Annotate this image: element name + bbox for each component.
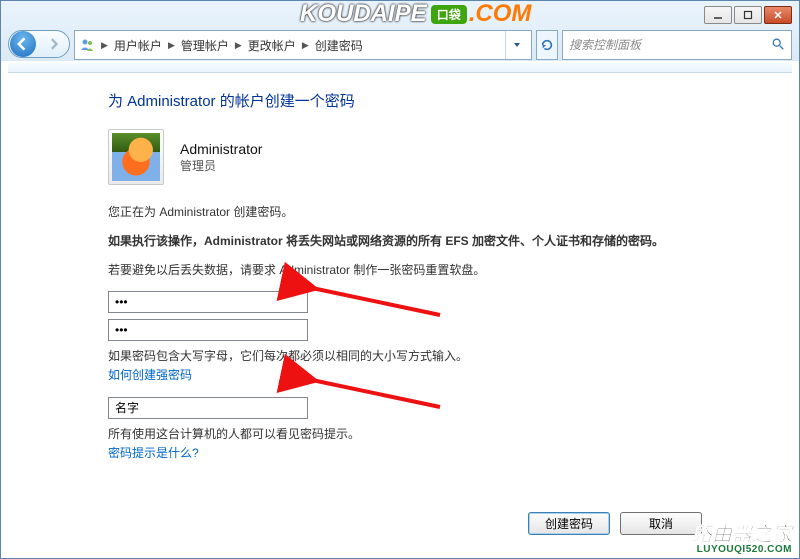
password-hint-input[interactable] — [108, 397, 308, 419]
breadcrumb-item[interactable]: 创建密码 — [315, 37, 363, 54]
confirm-password-input[interactable] — [108, 319, 308, 341]
nav-back-forward — [8, 30, 70, 58]
search-input[interactable] — [569, 38, 771, 52]
advice-text: 若要避免以后丢失数据，请要求 Administrator 制作一张密码重置软盘。 — [108, 261, 702, 280]
user-accounts-icon — [79, 37, 95, 53]
window-controls — [704, 6, 792, 24]
watermark-router-cn: 路由器之家 — [692, 525, 792, 545]
strong-password-link[interactable]: 如何创建强密码 — [108, 366, 192, 383]
intro-text: 您正在为 Administrator 创建密码。 — [108, 203, 702, 222]
cancel-button[interactable]: 取消 — [620, 512, 702, 535]
hint-visibility-text: 所有使用这台计算机的人都可以看见密码提示。 — [108, 425, 702, 442]
chevron-right-icon: ▶ — [235, 40, 242, 51]
watermark-koudaipe: KOUDAIPE 口袋 .COM — [300, 0, 531, 28]
hint-what-link[interactable]: 密码提示是什么? — [108, 444, 199, 461]
close-button[interactable] — [764, 6, 792, 24]
breadcrumb-item[interactable]: 更改帐户 — [248, 37, 296, 54]
breadcrumb-item[interactable]: 用户帐户 — [114, 37, 162, 54]
breadcrumb-bar[interactable]: ▶ 用户帐户 ▶ 管理帐户 ▶ 更改帐户 ▶ 创建密码 — [74, 30, 532, 60]
watermark-router-en: LUYOUQI520.COM — [692, 545, 792, 555]
toolbar-strip — [8, 63, 792, 73]
avatar — [108, 129, 164, 185]
watermark-router: 路由器之家 LUYOUQI520.COM — [692, 525, 792, 555]
user-summary: Administrator 管理员 — [108, 129, 702, 185]
maximize-button[interactable] — [734, 6, 762, 24]
address-dropdown[interactable] — [505, 31, 527, 59]
user-name-label: Administrator — [180, 141, 262, 157]
chevron-right-icon: ▶ — [168, 40, 175, 51]
watermark-badge: 口袋 — [431, 5, 467, 24]
chevron-right-icon: ▶ — [302, 40, 309, 51]
content-pane: 为 Administrator 的帐户创建一个密码 Administrator … — [8, 78, 792, 551]
warning-text: 如果执行该操作，Administrator 将丢失网站或网络资源的所有 EFS … — [108, 232, 702, 251]
forward-button[interactable] — [37, 31, 69, 57]
back-button[interactable] — [10, 31, 36, 57]
search-icon — [771, 37, 785, 54]
chevron-right-icon: ▶ — [101, 40, 108, 51]
search-box[interactable] — [562, 30, 792, 60]
minimize-button[interactable] — [704, 6, 732, 24]
watermark-text: KOUDAIPE — [300, 0, 427, 28]
navigation-bar: ▶ 用户帐户 ▶ 管理帐户 ▶ 更改帐户 ▶ 创建密码 — [8, 30, 792, 60]
caps-hint-text: 如果密码包含大写字母，它们每次都必须以相同的大小写方式输入。 — [108, 347, 702, 364]
new-password-input[interactable] — [108, 291, 308, 313]
breadcrumb-item[interactable]: 管理帐户 — [181, 37, 229, 54]
refresh-button[interactable] — [536, 30, 558, 60]
page-title: 为 Administrator 的帐户创建一个密码 — [108, 90, 702, 111]
dialog-buttons: 创建密码 取消 — [528, 512, 702, 535]
create-password-button[interactable]: 创建密码 — [528, 512, 610, 535]
watermark-suffix: .COM — [469, 0, 532, 28]
user-role-label: 管理员 — [180, 157, 262, 174]
